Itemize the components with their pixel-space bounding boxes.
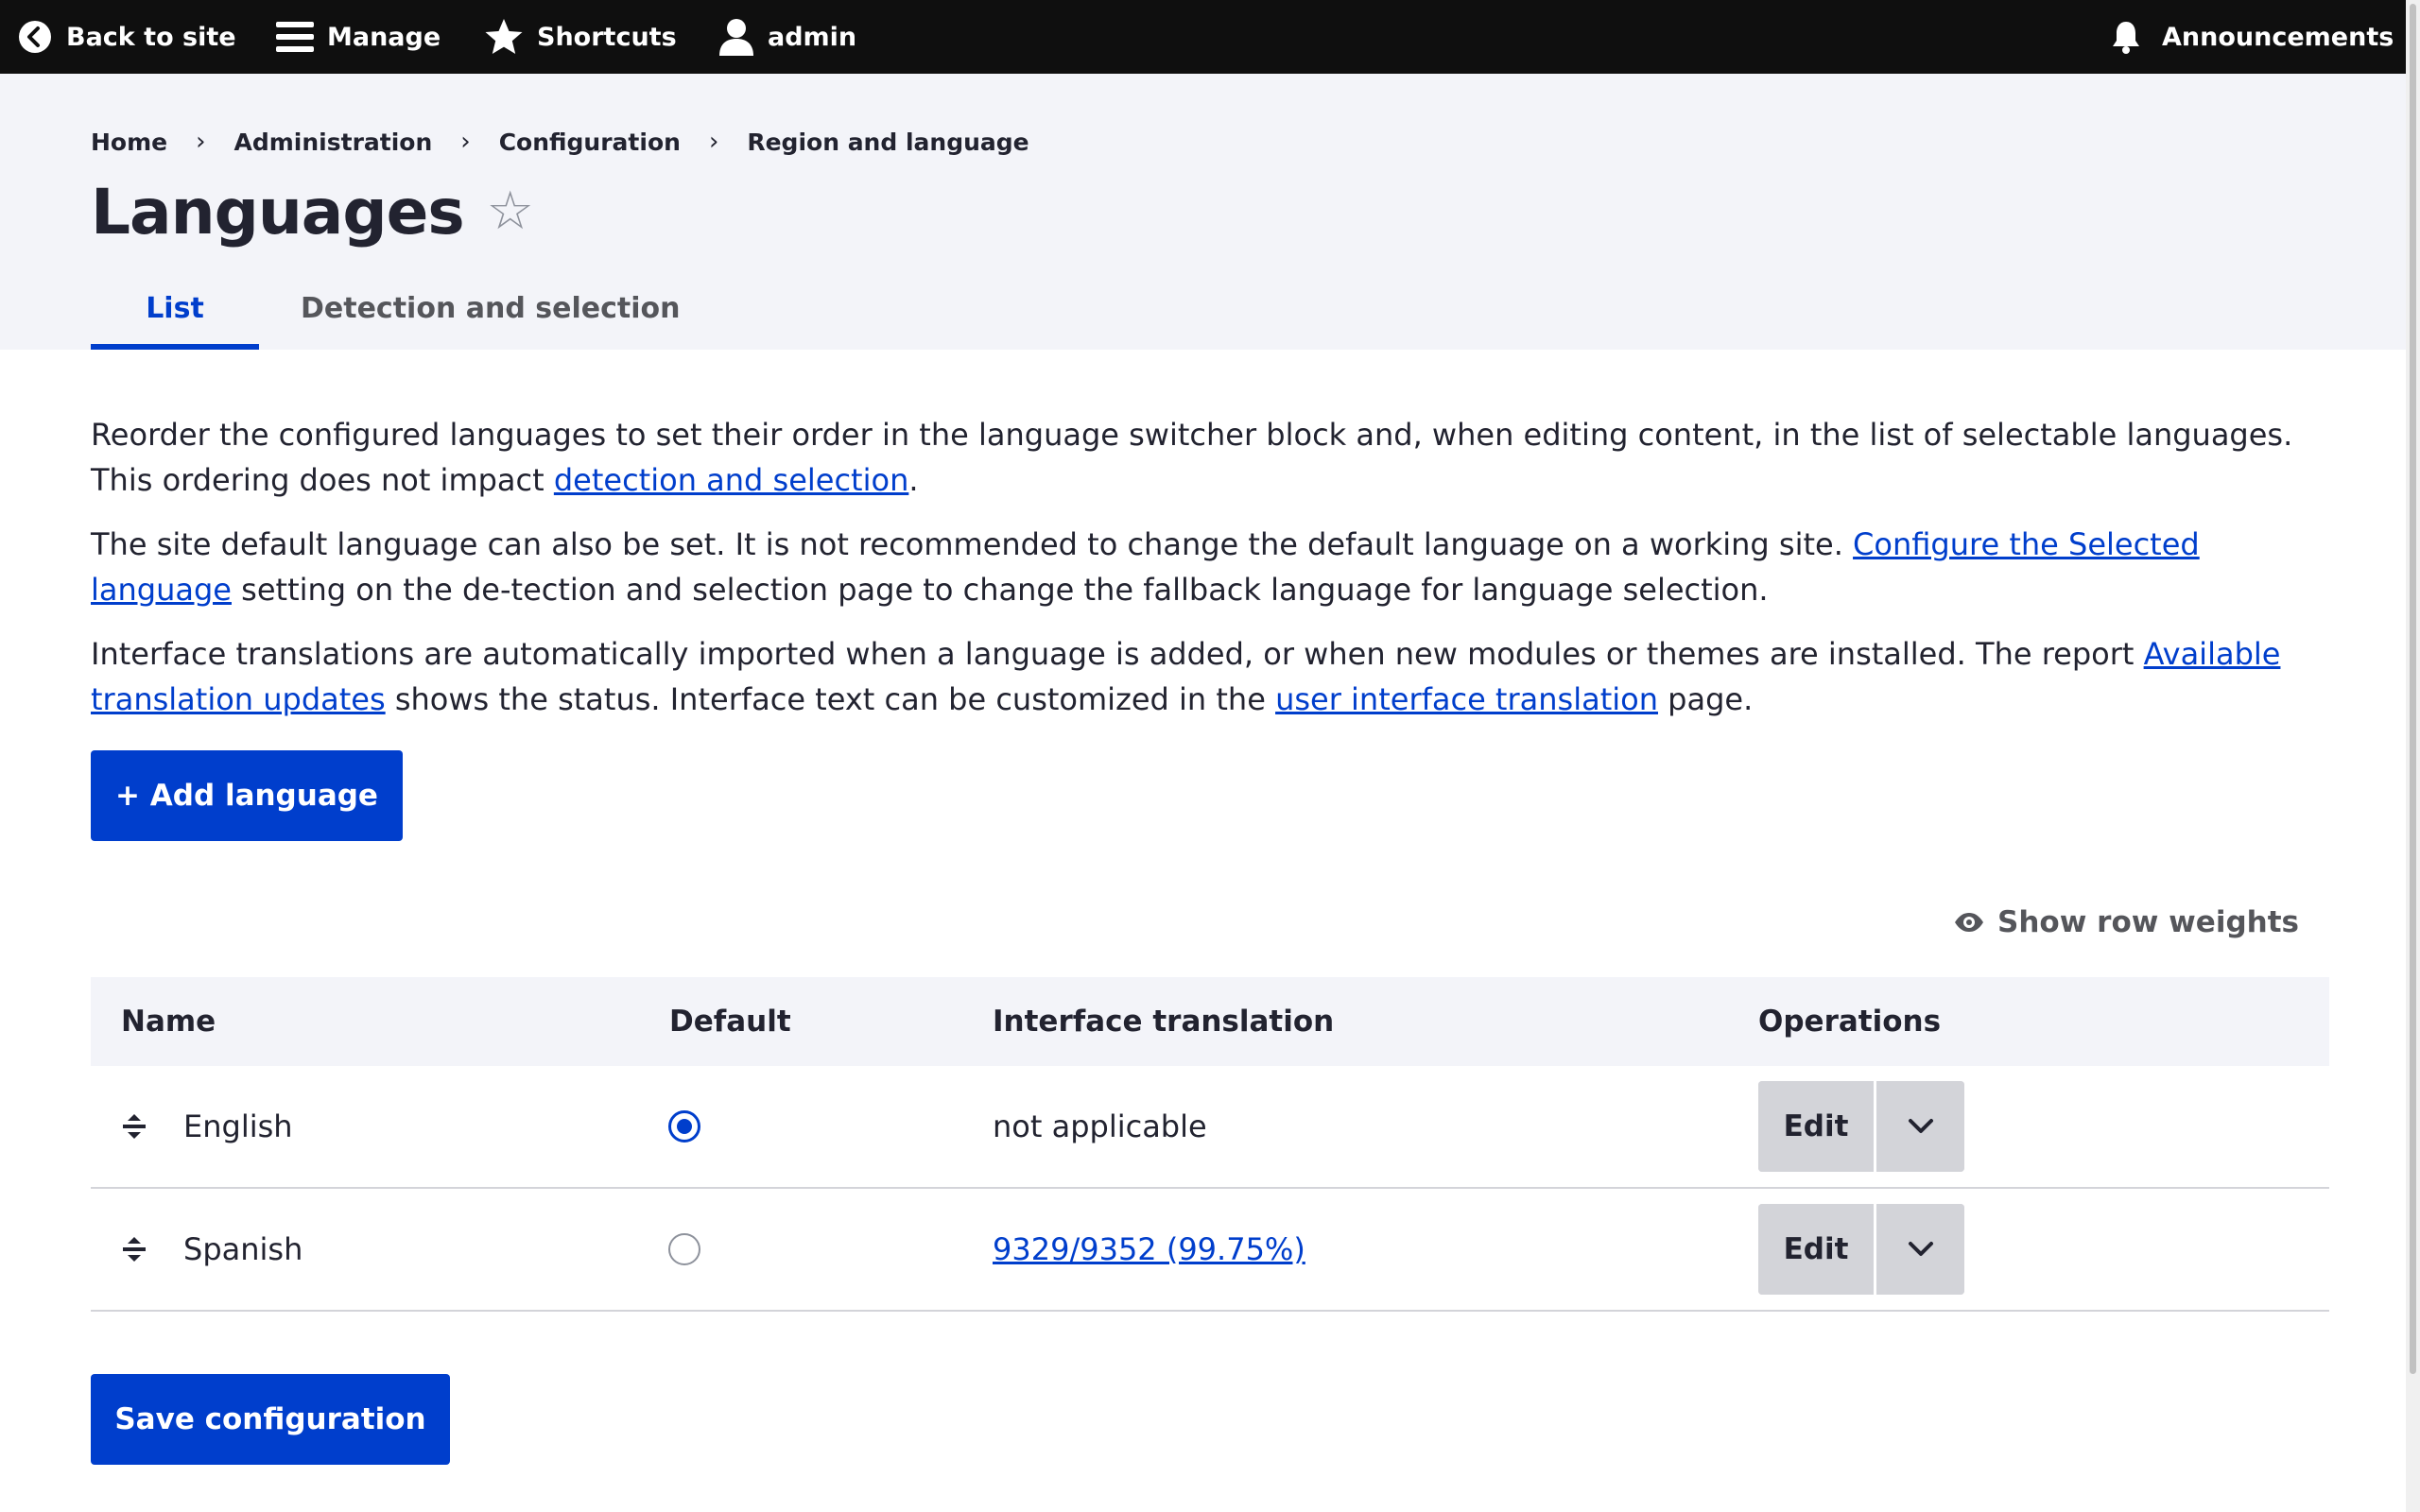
operations-cell: Edit [1758,1189,1964,1310]
tab-list[interactable]: List [91,266,259,350]
chevron-down-icon [1908,1242,1933,1256]
announcements-link[interactable]: Announcements [2111,0,2394,74]
show-row-weights-label: Show row weights [1997,905,2299,939]
breadcrumb-separator: › [460,128,471,156]
announcements-label: Announcements [2162,22,2394,52]
back-to-site-link[interactable]: Back to site [17,0,236,74]
breadcrumb-separator: › [708,128,719,156]
shortcuts-label: Shortcuts [537,22,677,52]
eye-icon [1955,913,1984,932]
operations-toggle[interactable] [1876,1081,1964,1172]
edit-button[interactable]: Edit [1758,1204,1874,1295]
chevron-down-icon [1908,1119,1933,1133]
help-text-3-mid: shows the status. Interface text can be … [385,681,1276,717]
table-header: Name Default Interface translation Opera… [91,977,2329,1066]
language-name: Spanish [183,1231,303,1267]
language-name: English [183,1108,293,1144]
help-text: Reorder the configured languages to set … [91,412,2329,722]
column-header-translation: Interface translation [993,1005,1335,1039]
title-row: Languages ☆ [91,164,534,259]
add-language-button[interactable]: + Add language [91,750,403,841]
column-header-operations: Operations [1758,1005,1942,1039]
table-row: English not applicable Edit [91,1066,2329,1189]
breadcrumb-region-language[interactable]: Region and language [747,129,1028,156]
page-scrollbar[interactable] [2406,0,2420,1512]
languages-table: Name Default Interface translation Opera… [91,977,2329,1312]
bell-icon [2113,22,2139,54]
user-interface-translation-link[interactable]: user interface translation [1275,681,1658,717]
admin-toolbar: Back to site Manage Shortcuts admin Anno… [0,0,2406,74]
column-header-default: Default [669,1005,791,1039]
user-icon [719,19,753,56]
back-circle-icon [19,21,51,53]
breadcrumb-administration[interactable]: Administration [234,129,433,156]
help-text-2: The site default language can also be se… [91,526,1854,562]
help-paragraph: The site default language can also be se… [91,522,2329,612]
breadcrumb: Home › Administration › Configuration › … [91,123,1029,161]
default-radio[interactable] [668,1233,700,1265]
show-row-weights-toggle[interactable]: Show row weights [1954,905,2299,939]
scrollbar-thumb[interactable] [2410,4,2416,1374]
breadcrumb-configuration[interactable]: Configuration [499,129,681,156]
manage-menu[interactable]: Manage [276,0,441,74]
operations-dropbutton: Edit [1758,1204,1964,1295]
save-configuration-button[interactable]: Save configuration [91,1374,450,1465]
drag-handle-icon[interactable] [121,1189,147,1310]
user-menu[interactable]: admin [718,0,856,74]
user-label: admin [768,22,857,52]
primary-tabs: List Detection and selection [91,266,710,350]
breadcrumb-home[interactable]: Home [91,129,167,156]
star-icon [485,19,523,54]
operations-toggle[interactable] [1876,1204,1964,1295]
shortcuts-menu[interactable]: Shortcuts [484,0,677,74]
help-paragraph: Interface translations are automatically… [91,631,2329,722]
detection-selection-link[interactable]: detection and selection [554,462,909,498]
drag-handle-icon[interactable] [121,1066,147,1187]
tab-detection-selection[interactable]: Detection and selection [259,266,710,350]
table-row: Spanish 9329/9352 (99.75%) Edit [91,1189,2329,1312]
back-to-site-label: Back to site [66,22,236,52]
operations-dropbutton: Edit [1758,1081,1964,1172]
translation-status: not applicable [993,1108,1207,1144]
column-header-name: Name [121,1005,216,1039]
edit-button[interactable]: Edit [1758,1081,1874,1172]
default-radio-cell [668,1189,700,1310]
default-radio[interactable] [668,1110,700,1143]
manage-label: Manage [327,22,441,52]
help-text-3: Interface translations are automatically… [91,636,2144,672]
breadcrumb-separator: › [196,128,206,156]
page-title: Languages [91,175,465,249]
help-paragraph: Reorder the configured languages to set … [91,412,2329,503]
help-text-1: Reorder the configured languages to set … [91,417,2293,498]
hamburger-icon [276,22,314,52]
help-text-1-end: . [908,462,919,498]
favorite-star-icon[interactable]: ☆ [487,185,534,238]
help-text-3-end: page. [1657,681,1754,717]
translation-status-cell: 9329/9352 (99.75%) [993,1189,1305,1310]
main-content: Reorder the configured languages to set … [91,350,2329,1465]
translation-status-link[interactable]: 9329/9352 (99.75%) [993,1231,1305,1267]
page-header: Home › Administration › Configuration › … [0,74,2406,350]
default-radio-cell [668,1066,700,1187]
operations-cell: Edit [1758,1066,1964,1187]
help-text-2-end: setting on the de-tection and selection … [231,572,1769,608]
